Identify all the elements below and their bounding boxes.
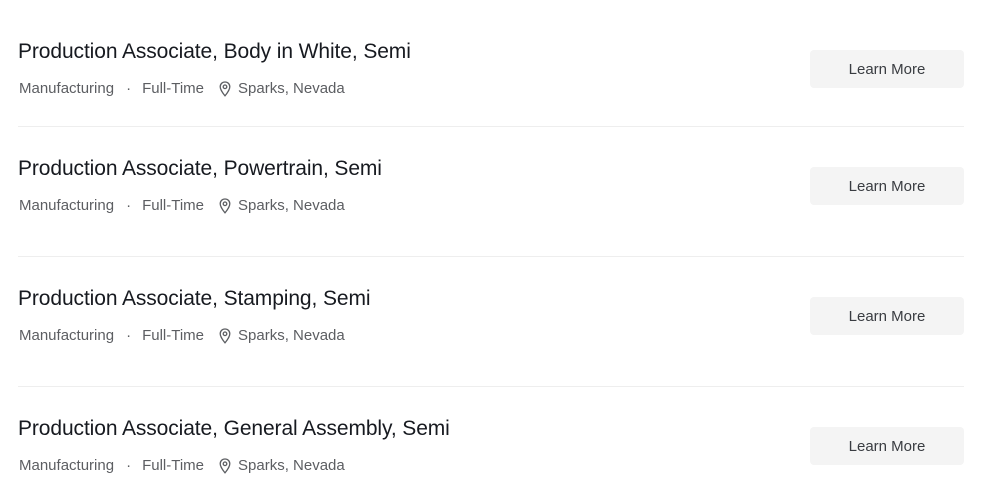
meta-separator: · [126,457,132,474]
job-location: Sparks, Nevada [238,327,345,344]
meta-separator: · [126,197,132,214]
job-meta: Manufacturing · Full-Time Sparks, Nevada [19,327,345,344]
divider [18,126,964,127]
job-list: Production Associate, Body in White, Sem… [0,0,986,503]
job-location: Sparks, Nevada [238,197,345,214]
divider [18,386,964,387]
map-pin-icon [219,457,231,474]
job-type: Full-Time [142,80,205,97]
job-location: Sparks, Nevada [238,457,345,474]
job-type: Full-Time [142,457,205,474]
learn-more-button[interactable]: Learn More [810,50,964,88]
job-type: Full-Time [142,197,205,214]
divider [18,256,964,257]
job-title[interactable]: Production Associate, Stamping, Semi [18,287,371,311]
learn-more-button[interactable]: Learn More [810,427,964,465]
map-pin-icon [219,197,231,214]
job-meta: Manufacturing · Full-Time Sparks, Nevada [19,457,345,474]
job-department: Manufacturing [19,327,115,344]
job-department: Manufacturing [19,80,115,97]
job-title[interactable]: Production Associate, Body in White, Sem… [18,40,411,64]
learn-more-button[interactable]: Learn More [810,297,964,335]
map-pin-icon [219,327,231,344]
job-meta: Manufacturing · Full-Time Sparks, Nevada [19,80,345,97]
job-title[interactable]: Production Associate, Powertrain, Semi [18,157,382,181]
meta-separator: · [126,327,132,344]
job-title[interactable]: Production Associate, General Assembly, … [18,417,450,441]
job-meta: Manufacturing · Full-Time Sparks, Nevada [19,197,345,214]
learn-more-button[interactable]: Learn More [810,167,964,205]
map-pin-icon [219,80,231,97]
job-location: Sparks, Nevada [238,80,345,97]
job-type: Full-Time [142,327,205,344]
meta-separator: · [126,80,132,97]
job-department: Manufacturing [19,197,115,214]
job-department: Manufacturing [19,457,115,474]
